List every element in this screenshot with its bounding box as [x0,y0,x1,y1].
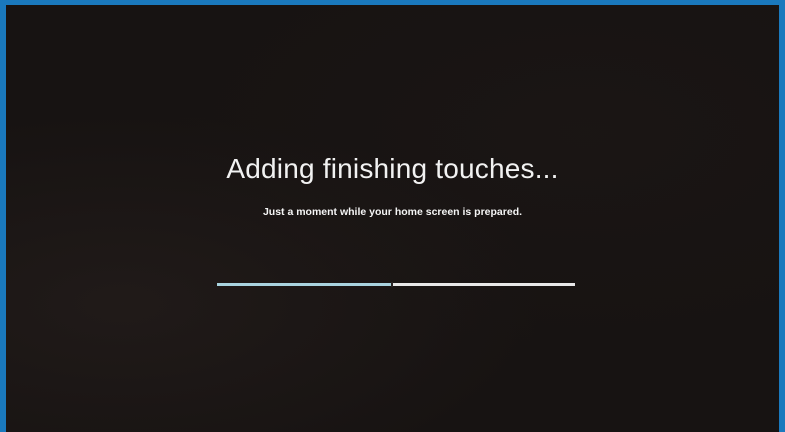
progress-bar [217,282,575,287]
progress-bar-marker [391,282,393,287]
progress-bar-fill [217,283,391,286]
page-title: Adding finishing touches... [226,153,559,184]
status-message: Just a moment while your home screen is … [262,206,523,218]
setup-screen: Adding finishing touches... Just a momen… [6,5,779,432]
